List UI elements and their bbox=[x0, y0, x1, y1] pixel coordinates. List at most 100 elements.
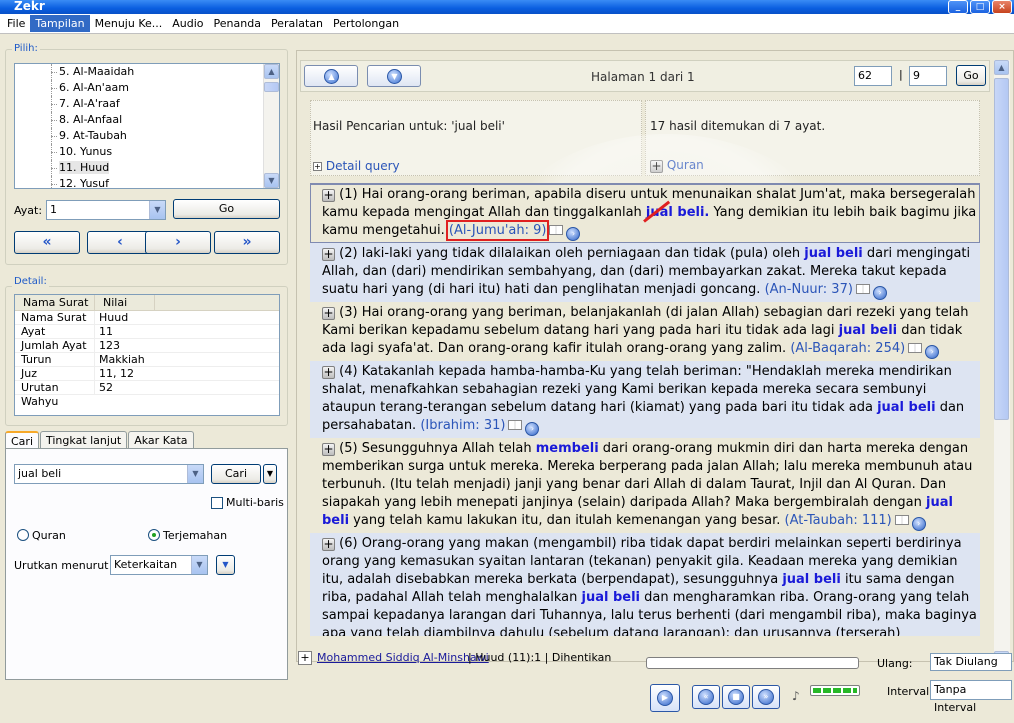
go-to-icon[interactable]: › bbox=[911, 517, 926, 531]
go-to-icon[interactable]: › bbox=[525, 422, 540, 436]
next-button[interactable]: › bbox=[145, 231, 211, 254]
pilih-label: Pilih: bbox=[12, 43, 40, 54]
prev-button[interactable]: ‹ bbox=[87, 231, 153, 254]
playback-progress[interactable] bbox=[646, 657, 859, 669]
chevron-down-icon: ▼ bbox=[266, 469, 274, 478]
expand-icon[interactable]: + bbox=[322, 189, 335, 202]
book-icon[interactable] bbox=[908, 343, 923, 353]
expand-icon[interactable]: + bbox=[322, 443, 335, 456]
column-header[interactable]: Nama Surat bbox=[15, 295, 95, 310]
expand-icon[interactable]: + bbox=[322, 248, 335, 261]
tab-tingkat-lanjut[interactable]: Tingkat lanjut bbox=[40, 431, 128, 449]
next-ayah-button[interactable]: » bbox=[752, 685, 780, 709]
surah-item[interactable]: 9. At-Taubah bbox=[15, 128, 279, 144]
stop-button[interactable]: ■ bbox=[722, 685, 750, 709]
result-item: + (1) Hai orang-orang beriman, apabila d… bbox=[310, 183, 980, 243]
menu-pertolongan[interactable]: Pertolongan bbox=[328, 15, 404, 32]
main-panel: ▲ ▼ Halaman 1 dari 1 62 | 9 Go Hasil Pen… bbox=[296, 34, 1014, 723]
expand-icon[interactable]: + bbox=[322, 538, 335, 551]
surah-list-scrollbar[interactable]: ▲ ▼ bbox=[263, 64, 279, 188]
menu-audio[interactable]: Audio bbox=[167, 15, 208, 32]
surah-item[interactable]: 10. Yunus bbox=[15, 144, 279, 160]
expand-icon[interactable]: + bbox=[322, 366, 335, 379]
surah-list[interactable]: 5. Al-Maaidah 6. Al-An'aam 7. Al-A'raaf … bbox=[14, 63, 280, 189]
go-to-icon[interactable]: › bbox=[925, 345, 940, 359]
chevron-down-icon[interactable]: ▼ bbox=[149, 201, 165, 219]
menu-file[interactable]: File bbox=[2, 15, 30, 32]
book-icon[interactable] bbox=[549, 225, 564, 235]
cari-button[interactable]: Cari bbox=[211, 464, 261, 484]
play-icon: ▶ bbox=[657, 690, 673, 706]
minimize-button[interactable]: _ bbox=[948, 0, 968, 14]
verse-reference-link[interactable]: (An-Nuur: 37) bbox=[765, 282, 853, 297]
go-to-icon[interactable]: › bbox=[872, 286, 887, 300]
last-button[interactable]: » bbox=[214, 231, 280, 254]
surah-item[interactable]: 8. Al-Anfaal bbox=[15, 112, 279, 128]
volume-bar[interactable] bbox=[810, 685, 860, 696]
chevron-down-icon[interactable]: ▼ bbox=[191, 556, 207, 574]
multibaris-checkbox[interactable] bbox=[211, 497, 223, 509]
go-button[interactable]: Go bbox=[173, 199, 280, 219]
scroll-bottom-button[interactable]: ▼ bbox=[367, 65, 421, 87]
book-icon[interactable] bbox=[894, 515, 909, 525]
verse-reference-link[interactable]: (Al-Baqarah: 254) bbox=[790, 341, 905, 356]
urutkan-combo[interactable]: Keterkaitan ▼ bbox=[110, 555, 208, 575]
surah-item[interactable]: 7. Al-A'raaf bbox=[15, 96, 279, 112]
search-query: jual beli bbox=[18, 467, 62, 480]
search-input[interactable]: jual beli ▼ bbox=[14, 464, 204, 484]
verse-reference-link[interactable]: (At-Taubah: 111) bbox=[785, 513, 892, 528]
prev-ayah-button[interactable]: « bbox=[692, 685, 720, 709]
surah-item[interactable]: 5. Al-Maaidah bbox=[15, 64, 279, 80]
cari-options-button[interactable]: ▼ bbox=[263, 464, 277, 484]
first-button[interactable]: « bbox=[14, 231, 80, 254]
detail-query-link[interactable]: + Detail query bbox=[313, 159, 400, 173]
terjemahan-radio[interactable] bbox=[148, 529, 160, 541]
book-icon[interactable] bbox=[855, 284, 870, 294]
expand-icon[interactable]: + bbox=[322, 307, 335, 320]
scroll-top-button[interactable]: ▲ bbox=[304, 65, 358, 87]
menu-menuju-ke[interactable]: Menuju Ke... bbox=[90, 15, 168, 32]
scroll-thumb[interactable] bbox=[994, 78, 1009, 420]
surah-item[interactable]: 6. Al-An'aam bbox=[15, 80, 279, 96]
quran-toggle[interactable]: + Quran bbox=[650, 158, 704, 173]
expand-icon: + bbox=[650, 159, 663, 173]
go-to-icon[interactable]: › bbox=[566, 227, 581, 241]
verse-reference-link[interactable]: (Al-Jumu'ah: 9) bbox=[445, 220, 550, 241]
left-panel: Pilih: 5. Al-Maaidah 6. Al-An'aam 7. Al-… bbox=[0, 34, 296, 723]
detail-label: Detail: bbox=[12, 276, 49, 287]
menu-peralatan[interactable]: Peralatan bbox=[266, 15, 328, 32]
sort-order-button[interactable]: ▼ bbox=[216, 555, 235, 575]
surah-item[interactable]: 12. Yusuf bbox=[15, 176, 279, 188]
result-item: + (6) Orang-orang yang makan (mengambil)… bbox=[310, 533, 980, 636]
speaker-icon[interactable]: ♪ bbox=[792, 689, 800, 703]
expand-icon[interactable]: + bbox=[298, 651, 312, 665]
menu-penanda[interactable]: Penanda bbox=[209, 15, 266, 32]
close-button[interactable]: × bbox=[992, 0, 1012, 14]
scroll-up-icon[interactable]: ▲ bbox=[994, 60, 1009, 75]
interval-combo[interactable]: Tanpa Interval bbox=[930, 680, 1012, 714]
column-header[interactable]: Nilai bbox=[95, 295, 155, 310]
tab-akar-kata[interactable]: Akar Kata bbox=[128, 431, 194, 449]
results-scrollbar[interactable]: ▲ ▼ bbox=[994, 60, 1010, 666]
volume-level bbox=[813, 688, 857, 693]
ayat-combo[interactable]: 1 ▼ bbox=[46, 200, 166, 220]
ayat-input[interactable]: 9 bbox=[909, 66, 947, 86]
page-go-button[interactable]: Go bbox=[956, 65, 986, 86]
scroll-thumb[interactable] bbox=[264, 82, 279, 92]
quran-radio[interactable] bbox=[17, 529, 29, 541]
page-input[interactable]: 62 bbox=[854, 66, 892, 86]
book-icon[interactable] bbox=[508, 420, 523, 430]
menu-tampilan[interactable]: Tampilan bbox=[30, 15, 90, 32]
result-list: + (1) Hai orang-orang beriman, apabila d… bbox=[310, 183, 980, 636]
detail-table: Nama Surat Nilai Nama Surat Huud Ayat 11 J… bbox=[14, 294, 280, 416]
maximize-button[interactable]: □ bbox=[970, 0, 990, 14]
scroll-up-icon[interactable]: ▲ bbox=[264, 64, 279, 79]
expand-icon: + bbox=[313, 162, 322, 171]
ulang-combo[interactable]: Tak Diulang bbox=[930, 653, 1012, 671]
verse-reference-link[interactable]: (Ibrahim: 31) bbox=[420, 418, 505, 433]
surah-item-selected[interactable]: 11. Huud bbox=[15, 160, 279, 176]
scroll-down-icon[interactable]: ▼ bbox=[264, 173, 279, 188]
play-button[interactable]: ▶ bbox=[650, 684, 680, 712]
chevron-down-icon[interactable]: ▼ bbox=[187, 465, 203, 483]
reciter-link[interactable]: Mohammed Siddiq Al-Minshawi bbox=[317, 651, 489, 664]
